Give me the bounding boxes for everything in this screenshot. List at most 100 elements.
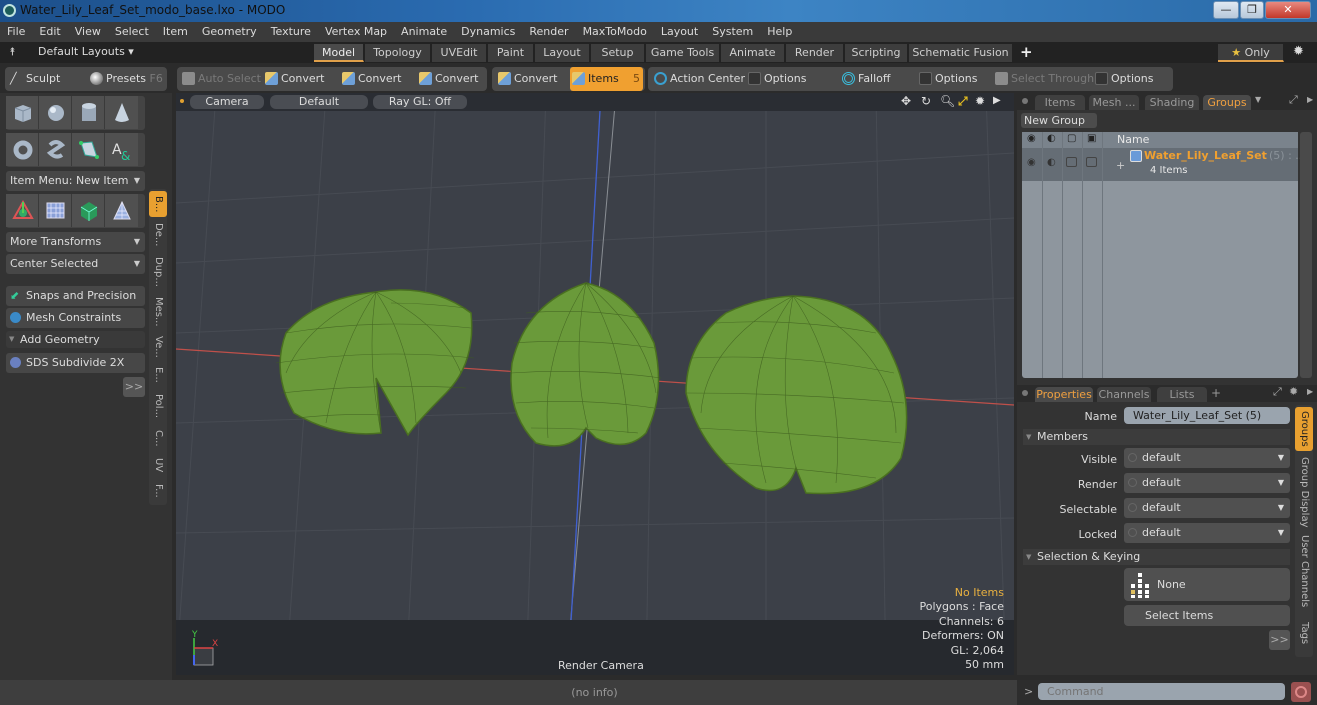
menu-render[interactable]: Render — [522, 22, 575, 42]
selection-set-button[interactable]: None — [1124, 568, 1290, 601]
tab-properties[interactable]: Properties — [1035, 387, 1093, 402]
tab-groups[interactable]: Groups — [1203, 95, 1251, 110]
row-lock-checkbox[interactable] — [1066, 157, 1077, 167]
capsule-icon[interactable] — [39, 133, 72, 166]
vtab-user-channels[interactable]: User Channels — [1295, 533, 1313, 609]
falloff-options-button[interactable]: Options — [917, 67, 977, 91]
tab-shading[interactable]: Shading — [1145, 95, 1199, 110]
group-row[interactable]: ◉ ◐ + Water_Lily_Leaf_Set (5) : ... 4 It… — [1022, 148, 1306, 181]
falloff-button[interactable]: Falloff — [840, 67, 890, 91]
vtab-tags[interactable]: Tags — [1295, 611, 1313, 655]
vtab-edge[interactable]: E... — [149, 363, 167, 387]
lily-leaf-2[interactable] — [510, 282, 662, 447]
more-properties-button[interactable]: >> — [1269, 630, 1290, 650]
record-macro-button[interactable] — [1291, 682, 1311, 702]
visibility-eye-icon[interactable]: ◉ — [1027, 133, 1036, 144]
selectable-icon[interactable]: ▣ — [1087, 133, 1096, 144]
transform-gizmo-icon[interactable] — [6, 194, 39, 227]
render-dropdown[interactable]: default ▼ — [1124, 473, 1290, 493]
tabs-dropdown-icon[interactable]: ▼ — [1255, 95, 1261, 104]
center-selected-dropdown[interactable]: Center Selected ▼ — [6, 254, 145, 274]
torus-icon[interactable] — [6, 133, 39, 166]
minimize-button[interactable]: — — [1213, 1, 1239, 19]
tab-mesh[interactable]: Mesh ... — [1089, 95, 1139, 110]
green-cube-icon[interactable] — [72, 194, 105, 227]
menu-maxtomodo[interactable]: MaxToModo — [576, 22, 654, 42]
snaps-precision-button[interactable]: ⬋ Snaps and Precision — [6, 286, 145, 306]
menu-animate[interactable]: Animate — [394, 22, 454, 42]
menu-select[interactable]: Select — [108, 22, 156, 42]
grid-mesh-icon[interactable] — [39, 194, 72, 227]
add-tab-icon[interactable]: + — [1211, 386, 1221, 400]
vtab-uv[interactable]: UV — [149, 453, 167, 477]
gear-icon[interactable]: ✹ — [1293, 44, 1304, 59]
vtab-mesh-edit[interactable]: Mes... — [149, 293, 167, 331]
vtab-duplicate[interactable]: Dup... — [149, 253, 167, 291]
select-items-button[interactable]: Select Items — [1124, 605, 1290, 626]
action-center-button[interactable]: Action Center — [652, 67, 745, 91]
vtab-groups[interactable]: Groups — [1295, 407, 1313, 451]
maximize-panel-icon[interactable]: ⤢ — [1273, 385, 1282, 399]
members-section[interactable]: Members — [1023, 429, 1290, 445]
selectable-dropdown[interactable]: default ▼ — [1124, 498, 1290, 518]
menu-file[interactable]: File — [0, 22, 32, 42]
selection-keying-section[interactable]: Selection & Keying — [1023, 549, 1290, 565]
pan-move-icon[interactable]: ✥ — [901, 94, 911, 108]
layout-up-icon[interactable]: ⯭ — [9, 45, 16, 59]
menu-edit[interactable]: Edit — [32, 22, 67, 42]
vtab-group-display[interactable]: Group Display — [1295, 453, 1313, 531]
pyramid-grid-icon[interactable] — [105, 194, 138, 227]
tab-scripting[interactable]: Scripting — [845, 44, 908, 62]
maximize-viewport-icon[interactable]: ⤢ — [958, 94, 968, 109]
default-layouts-dropdown[interactable]: Default Layouts ▾ — [38, 45, 134, 58]
lily-leaf-3[interactable] — [685, 295, 908, 495]
visible-dropdown[interactable]: default ▼ — [1124, 448, 1290, 468]
groups-scrollbar[interactable] — [1300, 132, 1312, 378]
tab-paint[interactable]: Paint — [488, 44, 534, 62]
menu-system[interactable]: System — [705, 22, 760, 42]
convert-materials-button[interactable]: Convert — [496, 67, 558, 91]
add-geometry-section[interactable]: ▼ Add Geometry — [6, 331, 145, 348]
shading-style-button[interactable]: Default — [270, 95, 368, 109]
tab-game-tools[interactable]: Game Tools — [646, 44, 720, 62]
3d-viewport[interactable]: Camera Default Ray GL: Off ✥ ↻ 🔍︎ ⤢ ✹ ▶ … — [176, 93, 1014, 675]
locked-dropdown[interactable]: default ▼ — [1124, 523, 1290, 543]
vtab-basic[interactable]: B... — [149, 191, 167, 217]
cylinder-icon[interactable] — [72, 96, 105, 129]
render-icon[interactable]: ◐ — [1047, 133, 1056, 144]
more-tools-button[interactable]: >> — [123, 377, 145, 397]
sculpt-button[interactable]: ╱ Sculpt — [8, 67, 60, 91]
convert-vertices-button[interactable]: Convert — [263, 67, 325, 91]
tab-uvedit[interactable]: UVEdit — [432, 44, 487, 62]
auto-select-button[interactable]: Auto Select — [180, 67, 261, 91]
vtab-curve[interactable]: C... — [149, 425, 167, 451]
convert-edges-button[interactable]: Convert — [340, 67, 402, 91]
command-input[interactable] — [1038, 683, 1285, 700]
expand-plus-icon[interactable]: + — [1116, 159, 1125, 172]
groups-list[interactable]: ◉ ◐ ▢ ▣ Name ◉ ◐ + Water_Lily_Leaf_Set (… — [1022, 132, 1306, 378]
tab-lists[interactable]: Lists — [1157, 387, 1207, 402]
tab-animate[interactable]: Animate — [721, 44, 785, 62]
tab-render[interactable]: Render — [786, 44, 844, 62]
row-selectable-checkbox[interactable] — [1086, 157, 1097, 167]
menu-vertex-map[interactable]: Vertex Map — [318, 22, 394, 42]
add-tab-button[interactable]: + — [1020, 43, 1033, 61]
menu-geometry[interactable]: Geometry — [195, 22, 264, 42]
select-through-options-button[interactable]: Options — [1093, 67, 1153, 91]
menu-view[interactable]: View — [68, 22, 108, 42]
lock-icon[interactable]: ▢ — [1067, 133, 1076, 144]
only-toggle[interactable]: ★ Only — [1218, 44, 1284, 62]
raygl-toggle-button[interactable]: Ray GL: Off — [373, 95, 467, 109]
row-visibility-icon[interactable]: ◉ — [1027, 157, 1036, 168]
panel-menu-arrow-icon[interactable]: ▶ — [1307, 95, 1313, 104]
menu-texture[interactable]: Texture — [264, 22, 318, 42]
select-through-button[interactable]: Select Through — [993, 67, 1094, 91]
tab-topology[interactable]: Topology — [365, 44, 431, 62]
item-menu-dropdown[interactable]: Item Menu: New Item ▼ — [6, 171, 145, 191]
close-button[interactable]: ✕ — [1265, 1, 1311, 19]
menu-layout[interactable]: Layout — [654, 22, 705, 42]
tab-layout[interactable]: Layout — [535, 44, 590, 62]
panel-gear-icon[interactable]: ✹ — [1289, 385, 1298, 398]
presets-button[interactable]: Presets F6 — [88, 67, 163, 91]
sds-subdivide-button[interactable]: SDS Subdivide 2X — [6, 353, 145, 373]
